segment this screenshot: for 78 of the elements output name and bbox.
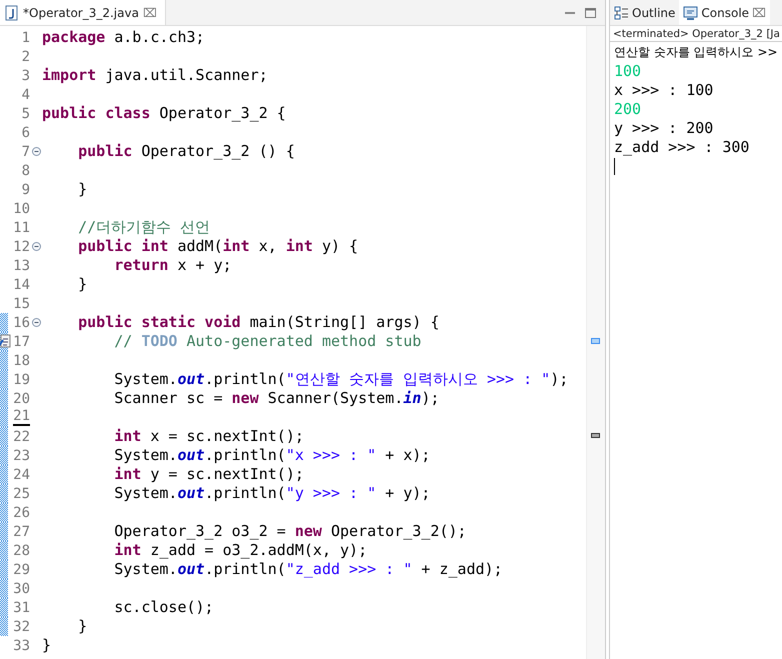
text-cursor: [614, 158, 615, 175]
line-number: 11: [13, 220, 30, 236]
line-number: 28: [13, 542, 30, 558]
close-icon[interactable]: ⌧: [142, 6, 157, 20]
line-number: 15: [13, 296, 30, 312]
code-line: public class Operator_3_2 {: [42, 104, 286, 123]
code-line: import java.util.Scanner;: [42, 66, 268, 85]
java-file-icon: [4, 4, 19, 20]
line-number: 17: [13, 334, 30, 350]
code-line: System.out.println("y >>> : " + y);: [113, 484, 430, 503]
panel-tab[interactable]: Outline: [610, 0, 680, 25]
code-line: int z_add = o3_2.addM(x, y);: [113, 541, 368, 560]
line-number: 7: [22, 144, 30, 160]
line-number: 24: [13, 466, 30, 482]
code-line: }: [77, 180, 88, 199]
line-number: 2: [22, 48, 30, 64]
line-number: 23: [13, 448, 30, 464]
maximize-icon[interactable]: [584, 6, 597, 20]
input-text: 200: [614, 100, 642, 119]
overview-marker[interactable]: [591, 433, 600, 438]
line-number: 27: [13, 524, 30, 540]
code-line: System.out.println("연산할 숫자를 입력하시오 >>> : ");: [113, 370, 568, 389]
line-number: 8: [22, 162, 30, 178]
line-number: 12: [13, 238, 30, 254]
output-text: z_add >>> : 300: [614, 138, 750, 157]
line-number: 3: [22, 68, 30, 84]
code-line: // TODO Auto-generated method stub: [113, 332, 422, 351]
code-line: System.out.println("x >>> : " + x);: [113, 446, 430, 465]
line-number: 31: [13, 600, 30, 616]
overview-marker[interactable]: [591, 338, 600, 344]
code-line: public int addM(int x, int y) {: [77, 237, 358, 256]
panel-tab[interactable]: Console ⌧: [679, 0, 770, 25]
line-number: 4: [22, 86, 30, 102]
line-number: 22: [13, 428, 30, 444]
line-number: 30: [13, 580, 30, 596]
line-number: 26: [13, 504, 30, 520]
code-line: public Operator_3_2 () {: [77, 142, 295, 161]
line-number: 13: [13, 258, 30, 274]
code-line: sc.close();: [113, 598, 214, 617]
line-number: 16: [13, 314, 30, 330]
line-number: 9: [22, 182, 30, 198]
output-text: y >>> : 200: [614, 119, 714, 138]
line-number: 32: [13, 618, 30, 634]
collapse-icon[interactable]: [32, 147, 40, 156]
close-icon[interactable]: ⌧: [752, 6, 766, 20]
code-line: System.out.println("z_add >>> : " + z_add);: [113, 560, 503, 579]
editor-tab[interactable]: *Operator_3_2.java ⌧: [0, 0, 166, 25]
code-line: int y = sc.nextInt();: [113, 465, 304, 484]
code-line: int x = sc.nextInt();: [113, 427, 304, 446]
code-line: package a.b.c.ch3;: [42, 28, 205, 47]
code-line: }: [42, 636, 52, 655]
code-line: }: [77, 617, 88, 636]
line-number: 1: [22, 30, 30, 46]
line-number: 18: [13, 352, 30, 368]
line-number: 33: [13, 638, 30, 654]
line-number: 6: [22, 124, 30, 140]
line-number: 5: [22, 106, 30, 122]
input-text: 100: [614, 62, 642, 81]
line-number: 21: [13, 409, 30, 426]
outline-icon: [614, 6, 629, 20]
collapse-icon[interactable]: [32, 318, 40, 327]
code-line: public static void main(String[] args) {: [77, 313, 440, 332]
output-text: x >>> : 100: [614, 81, 714, 100]
output-text: 연산할 숫자를 입력하시오 >>: [614, 44, 778, 61]
line-number: 10: [13, 200, 30, 216]
line-number: 29: [13, 562, 30, 578]
collapse-icon[interactable]: [32, 242, 40, 251]
code-line: Scanner sc = new Scanner(System.in);: [113, 389, 440, 408]
line-number: 20: [13, 390, 30, 406]
console-status: <terminated> Operator_3_2 [Ja: [613, 28, 780, 40]
line-number: 14: [13, 276, 30, 292]
code-line: Operator_3_2 o3_2 = new Operator_3_2();: [113, 522, 466, 541]
code-line: }: [77, 275, 88, 294]
line-number: 19: [13, 372, 30, 388]
line-number: 25: [13, 486, 30, 502]
console-icon: [683, 6, 698, 20]
code-line: return x + y;: [113, 256, 232, 275]
code-line: //더하기함수 선언: [77, 218, 210, 237]
